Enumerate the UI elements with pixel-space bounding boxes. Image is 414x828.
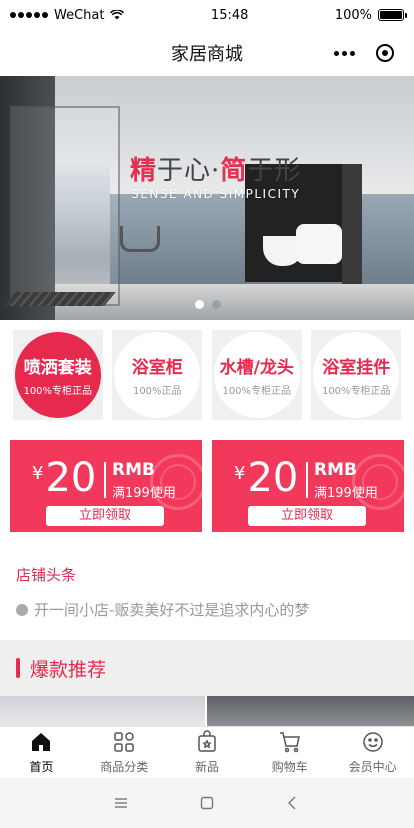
claim-coupon-button[interactable]: 立即领取 bbox=[248, 506, 366, 526]
banner-chair bbox=[120, 226, 160, 252]
coupon-currency: ¥ bbox=[32, 463, 44, 484]
category-circle: 喷洒套装 100%专柜正品 bbox=[14, 332, 101, 418]
category-title: 喷洒套装 bbox=[23, 358, 92, 378]
bullet-icon bbox=[16, 603, 28, 616]
coupon-amount: ¥ 20 bbox=[234, 458, 298, 498]
system-navigation bbox=[0, 778, 414, 828]
tab-home[interactable]: 首页 bbox=[0, 727, 83, 778]
tab-label: 购物车 bbox=[271, 760, 308, 774]
coupon-value: 20 bbox=[247, 455, 299, 501]
new-bag-icon bbox=[198, 730, 216, 752]
coupon-condition: 满199使用 bbox=[314, 486, 378, 501]
headline-char-1: 精 bbox=[130, 156, 158, 186]
banner-subtitle: SENSE AND SIMPLICITY bbox=[131, 187, 301, 201]
banner-slogan: 精于心·简于形 SENSE AND SIMPLICITY bbox=[130, 150, 301, 201]
category-sub: 100%专柜正品 bbox=[222, 386, 292, 397]
coupon-divider bbox=[306, 462, 308, 498]
tab-bar: 首页 商品分类 新品 购物车 会员中心 bbox=[0, 726, 414, 778]
hot-section-header: 爆款推荐 bbox=[0, 640, 414, 696]
product-preview-row bbox=[0, 696, 414, 726]
status-bar: WeChat 15:48 100% bbox=[0, 0, 414, 30]
tab-category[interactable]: 商品分类 bbox=[83, 727, 166, 778]
member-face-icon bbox=[362, 732, 383, 752]
coupon-condition: 满199使用 bbox=[112, 486, 176, 501]
shop-news-text: 开一间小店-贩卖美好不过是追求内心的梦 bbox=[34, 601, 310, 619]
more-icon[interactable] bbox=[334, 50, 355, 56]
category-item[interactable]: 水槽/龙头 100%专柜正品 bbox=[211, 330, 302, 420]
category-icon bbox=[114, 732, 134, 752]
home-icon bbox=[32, 733, 51, 751]
headline-part-4: 于形 bbox=[247, 156, 302, 186]
wifi-icon bbox=[110, 10, 125, 20]
nav-bar: 家居商城 bbox=[0, 30, 414, 76]
banner-toilet bbox=[296, 224, 342, 264]
shop-news-title: 店铺头条 bbox=[16, 566, 77, 584]
page-title: 家居商城 bbox=[171, 44, 243, 65]
tab-new[interactable]: 新品 bbox=[166, 727, 249, 778]
coupon-unit: RMB bbox=[314, 460, 357, 480]
coupon-row: ¥ 20 RMB 满199使用 立即领取 ¥ 20 RMB 满199使用 立即领… bbox=[0, 426, 414, 544]
tab-label: 会员中心 bbox=[348, 760, 397, 774]
tab-cart[interactable]: 购物车 bbox=[248, 727, 331, 778]
status-time: 15:48 bbox=[210, 7, 249, 23]
tab-label: 首页 bbox=[29, 760, 54, 774]
battery-label: 100% bbox=[334, 7, 372, 23]
home-square-icon[interactable] bbox=[199, 795, 215, 811]
category-title: 水槽/龙头 bbox=[219, 358, 294, 378]
headline-char-3: 简 bbox=[220, 156, 248, 186]
coupon-unit: RMB bbox=[112, 460, 155, 480]
coupon-value: 20 bbox=[45, 455, 97, 501]
coupon-amount: ¥ 20 bbox=[32, 458, 96, 498]
category-circle: 浴室挂件 100%专柜正品 bbox=[313, 332, 400, 418]
headline-sep: · bbox=[211, 156, 221, 186]
banner-shower-glass bbox=[10, 106, 120, 306]
carousel-dot[interactable] bbox=[212, 300, 221, 309]
close-target-icon[interactable] bbox=[376, 44, 394, 62]
tab-label: 商品分类 bbox=[100, 760, 149, 774]
shop-news: 店铺头条 开一间小店-贩卖美好不过是追求内心的梦 bbox=[0, 544, 414, 640]
signal-icon bbox=[10, 12, 48, 18]
category-item[interactable]: 浴室柜 100%正品 bbox=[112, 330, 203, 420]
category-title: 浴室柜 bbox=[131, 358, 183, 378]
banner-shower-mat bbox=[4, 292, 116, 306]
status-left: WeChat bbox=[10, 7, 125, 23]
status-right: 100% bbox=[334, 7, 407, 23]
back-icon[interactable] bbox=[285, 795, 301, 811]
banner-carousel[interactable]: 精于心·简于形 SENSE AND SIMPLICITY bbox=[0, 76, 414, 320]
category-sub: 100%专柜正品 bbox=[23, 386, 93, 397]
carrier-label: WeChat bbox=[54, 7, 105, 23]
category-grid: 喷洒套装 100%专柜正品 浴室柜 100%正品 水槽/龙头 100%专柜正品 … bbox=[0, 320, 414, 426]
tab-member[interactable]: 会员中心 bbox=[331, 727, 414, 778]
category-item[interactable]: 浴室挂件 100%专柜正品 bbox=[311, 330, 402, 420]
banner-cabinet-side bbox=[342, 164, 362, 284]
coupon-card: ¥ 20 RMB 满199使用 立即领取 bbox=[10, 440, 202, 532]
claim-coupon-button[interactable]: 立即领取 bbox=[46, 506, 164, 526]
coupon-divider bbox=[104, 462, 106, 498]
mini-program-capsule bbox=[324, 38, 400, 68]
category-circle: 水槽/龙头 100%专柜正品 bbox=[213, 332, 300, 418]
carousel-indicators bbox=[195, 300, 221, 309]
menu-icon[interactable] bbox=[113, 795, 129, 811]
carousel-dot[interactable] bbox=[195, 300, 204, 309]
category-title: 浴室挂件 bbox=[322, 358, 391, 378]
battery-icon bbox=[378, 9, 407, 21]
category-sub: 100%专柜正品 bbox=[321, 386, 391, 397]
category-circle: 浴室柜 100%正品 bbox=[114, 332, 201, 418]
banner-headline: 精于心·简于形 bbox=[130, 150, 301, 187]
cart-icon bbox=[279, 732, 300, 753]
category-sub: 100%正品 bbox=[132, 386, 182, 397]
product-image[interactable] bbox=[207, 696, 414, 726]
tab-label: 新品 bbox=[194, 760, 219, 774]
headline-part-2: 于心 bbox=[157, 156, 212, 186]
category-item[interactable]: 喷洒套装 100%专柜正品 bbox=[12, 330, 103, 420]
coupon-currency: ¥ bbox=[234, 463, 246, 484]
hot-section-title: 爆款推荐 bbox=[30, 658, 107, 681]
shop-news-item[interactable]: 开一间小店-贩卖美好不过是追求内心的梦 bbox=[16, 599, 398, 620]
coupon-card: ¥ 20 RMB 满199使用 立即领取 bbox=[212, 440, 404, 532]
product-image[interactable] bbox=[0, 696, 207, 726]
section-accent-bar bbox=[16, 658, 20, 678]
